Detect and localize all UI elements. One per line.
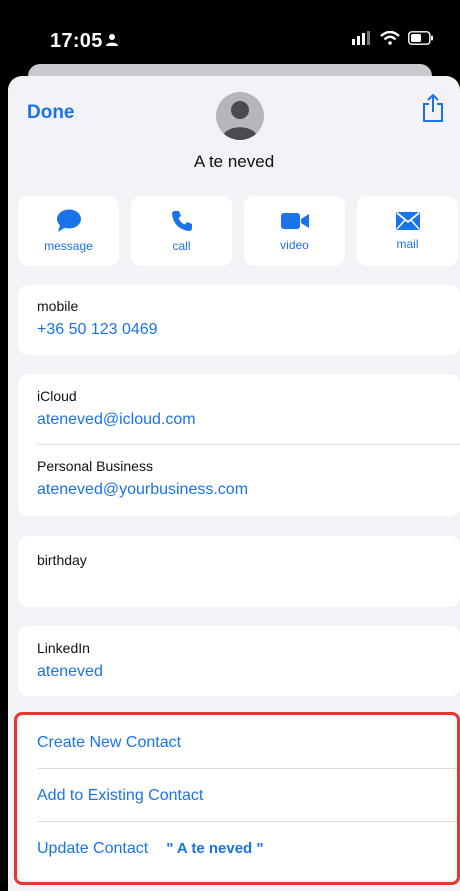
signal-icon <box>352 31 370 45</box>
birthday-label: birthday <box>37 552 87 568</box>
email-link-business[interactable]: ateneved@yourbusiness.com <box>37 481 248 499</box>
person-avatar-icon <box>222 101 258 140</box>
battery-icon <box>408 31 433 45</box>
contact-card-sheet: Done A te neved message call video mail … <box>8 76 460 891</box>
add-to-existing-contact-button[interactable]: Add to Existing Contact <box>37 787 203 805</box>
message-action-button[interactable]: message <box>18 196 119 266</box>
share-button[interactable] <box>420 92 446 126</box>
done-button[interactable]: Done <box>27 102 75 124</box>
email-link-icloud[interactable]: ateneved@icloud.com <box>37 411 196 429</box>
contact-actions-card: Create New Contact Add to Existing Conta… <box>18 715 460 880</box>
phone-card: mobile +36 50 123 0469 <box>18 285 460 355</box>
status-bar: 17:05 <box>0 0 460 70</box>
linkedin-card: LinkedIn ateneved <box>18 626 460 696</box>
mail-action-button[interactable]: mail <box>357 196 458 266</box>
quick-actions: message call video mail <box>18 196 460 266</box>
status-time: 17:05 <box>50 30 103 52</box>
mail-action-label: mail <box>396 237 419 251</box>
avatar <box>216 92 264 140</box>
divider <box>37 444 460 445</box>
update-contact-name: " A te neved " <box>166 840 264 857</box>
contact-name: A te neved <box>193 152 275 171</box>
divider <box>37 768 460 769</box>
email-card: iCloud ateneved@icloud.com Personal Busi… <box>18 374 460 516</box>
linkedin-label: LinkedIn <box>37 640 90 656</box>
video-action-label: video <box>280 238 309 252</box>
birthday-card: birthday <box>18 536 460 607</box>
message-bubble-icon <box>56 209 81 232</box>
video-camera-icon <box>280 213 309 229</box>
phone-number-link[interactable]: +36 50 123 0469 <box>37 321 158 339</box>
phone-label: mobile <box>37 298 79 314</box>
message-action-label: message <box>44 239 93 253</box>
email-label-icloud: iCloud <box>37 388 77 404</box>
update-contact-button[interactable]: Update Contact " A te neved " <box>37 840 264 858</box>
person-status-icon <box>106 34 118 46</box>
call-action-button[interactable]: call <box>131 196 232 266</box>
mail-envelope-icon <box>395 212 420 230</box>
call-action-label: call <box>172 239 191 253</box>
share-icon <box>423 93 443 122</box>
video-action-button[interactable]: video <box>244 196 345 266</box>
linkedin-link[interactable]: ateneved <box>37 663 103 681</box>
divider <box>37 821 460 822</box>
email-label-business: Personal Business <box>37 458 153 474</box>
status-icons <box>352 31 434 45</box>
create-new-contact-button[interactable]: Create New Contact <box>37 734 181 752</box>
update-contact-label: Update Contact <box>37 840 149 857</box>
wifi-icon <box>380 31 400 45</box>
phone-icon <box>171 211 192 231</box>
